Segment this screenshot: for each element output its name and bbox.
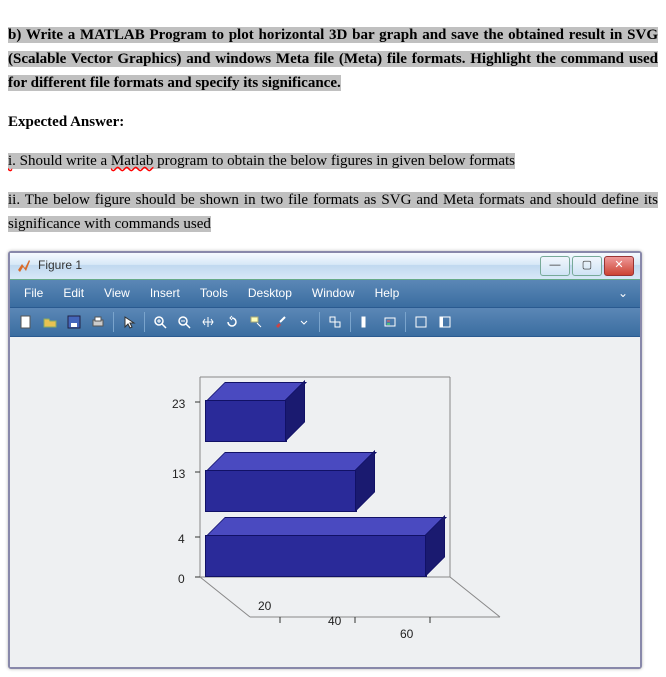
toolbar-separator [144,312,145,332]
close-button[interactable]: ✕ [604,256,634,276]
menu-view[interactable]: View [94,282,140,305]
minimize-button[interactable]: — [540,256,570,276]
menu-file[interactable]: File [14,282,53,305]
question-label: b) [8,27,21,43]
new-file-icon[interactable] [15,311,37,333]
plot-area: 0 4 13 23 20 40 60 [10,337,640,667]
print-icon[interactable] [87,311,109,333]
answer-i-matlab: Matlab [111,153,154,169]
matlab-logo-icon [16,258,32,274]
toolbar-separator [350,312,351,332]
link-icon[interactable] [324,311,346,333]
show-plot-tools-icon[interactable] [434,311,456,333]
save-icon[interactable] [63,311,85,333]
xtick-20: 20 [258,597,271,616]
maximize-button[interactable]: ▢ [572,256,602,276]
toolbar-separator [113,312,114,332]
menu-tools[interactable]: Tools [190,282,238,305]
ytick-23: 23 [172,395,185,414]
answer-ii-highlight: ii. The below figure should be shown in … [8,192,658,232]
menu-edit[interactable]: Edit [53,282,94,305]
window-titlebar: Figure 1 — ▢ ✕ [10,253,640,280]
question-highlight: b) Write a MATLAB Program to plot horizo… [8,27,658,91]
answer-i-highlight: i. Should write a Matlab program to obta… [8,153,515,169]
window-title: Figure 1 [38,256,540,275]
pointer-icon[interactable] [118,311,140,333]
zoom-in-icon[interactable] [149,311,171,333]
menu-drop-icon[interactable]: ⌄ [610,282,636,305]
answer-i: i. Should write a Matlab program to obta… [8,149,658,173]
xtick-40: 40 [328,612,341,631]
answer-i-text1: . Should write a [12,153,111,169]
brush-icon[interactable] [269,311,291,333]
open-icon[interactable] [39,311,61,333]
matlab-figure-window: Figure 1 — ▢ ✕ File Edit View Insert Too… [8,251,642,669]
expected-answer-heading: Expected Answer: [8,110,658,134]
rotate-icon[interactable] [221,311,243,333]
question-text: Write a MATLAB Program to plot horizonta… [8,27,658,91]
question-paragraph: b) Write a MATLAB Program to plot horizo… [8,23,658,95]
window-buttons: — ▢ ✕ [540,256,634,276]
hide-plot-tools-icon[interactable] [410,311,432,333]
menu-desktop[interactable]: Desktop [238,282,302,305]
menu-insert[interactable]: Insert [140,282,190,305]
axes-3d: 0 4 13 23 20 40 60 [150,357,550,627]
toolbar-separator [319,312,320,332]
xtick-60: 60 [400,625,413,644]
toolbar-separator [405,312,406,332]
insert-colorbar-icon[interactable] [355,311,377,333]
menu-bar: File Edit View Insert Tools Desktop Wind… [10,280,640,308]
ytick-13: 13 [172,465,185,484]
ytick-4: 4 [178,530,185,549]
dropdown-icon[interactable] [293,311,315,333]
zoom-out-icon[interactable] [173,311,195,333]
answer-ii: ii. The below figure should be shown in … [8,188,658,236]
expected-answer-label: Expected Answer: [8,114,124,130]
menu-help[interactable]: Help [365,282,410,305]
menu-window[interactable]: Window [302,282,365,305]
pan-icon[interactable] [197,311,219,333]
answer-i-text2: program to obtain the below figures in g… [153,153,515,169]
figure-toolbar [10,308,640,337]
ytick-0: 0 [178,570,185,589]
insert-legend-icon[interactable] [379,311,401,333]
data-cursor-icon[interactable] [245,311,267,333]
